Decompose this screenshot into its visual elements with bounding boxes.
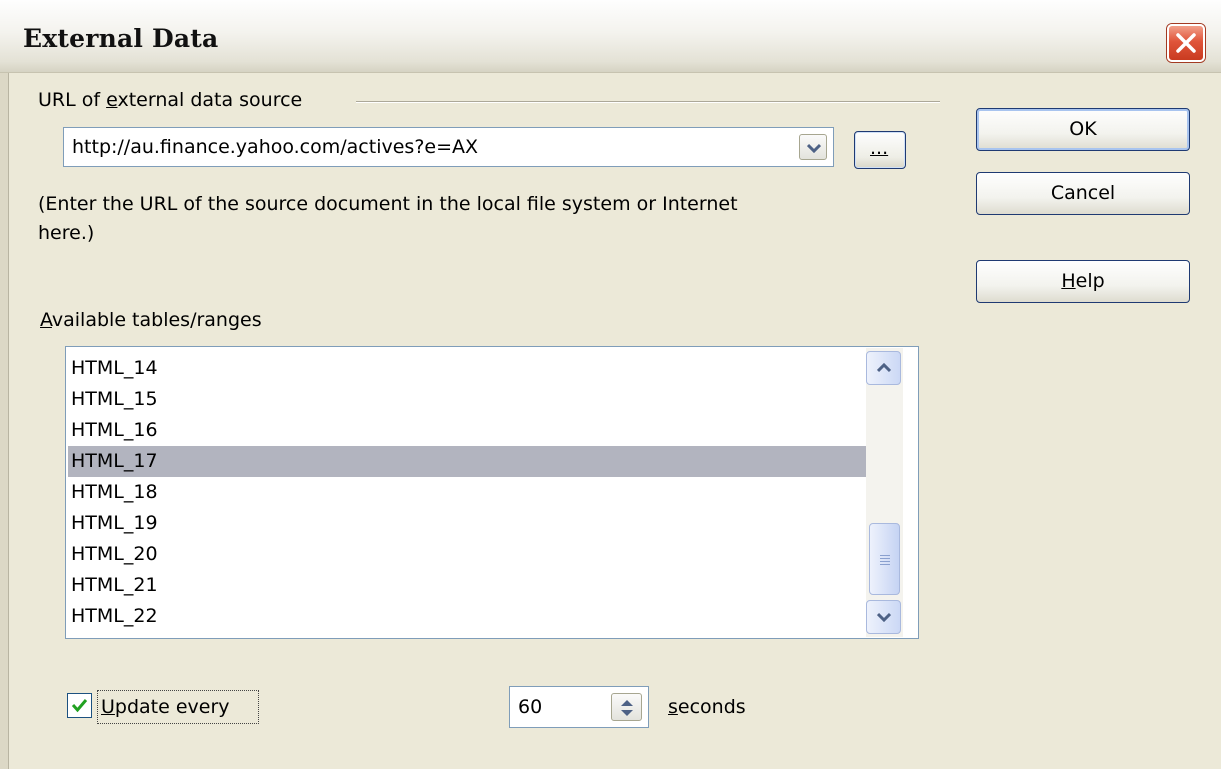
- grip-line: [880, 558, 890, 559]
- url-hint-line-2: here.): [38, 222, 95, 244]
- interval-spinbox[interactable]: 60: [509, 686, 649, 728]
- list-item[interactable]: HTML_14: [68, 353, 867, 384]
- grip-line: [880, 561, 890, 562]
- dialog-title: External Data: [23, 24, 219, 53]
- list-item[interactable]: HTML_22: [68, 601, 867, 632]
- grip-line: [880, 555, 890, 556]
- update-every-label[interactable]: Update every: [101, 696, 230, 718]
- url-input[interactable]: http://au.finance.yahoo.com/actives?e=AX: [72, 136, 478, 158]
- help-button[interactable]: Help: [976, 260, 1190, 303]
- scroll-down-button[interactable]: [866, 600, 901, 634]
- seconds-label: seconds: [668, 696, 746, 718]
- list-item[interactable]: HTML_20: [68, 539, 867, 570]
- list-item[interactable]: HTML_16: [68, 415, 867, 446]
- grip-line: [880, 564, 890, 565]
- ok-button[interactable]: OK: [976, 108, 1190, 151]
- list-item[interactable]: HTML_15: [68, 384, 867, 415]
- external-data-dialog: External Data URL of external data sourc…: [0, 0, 1221, 769]
- vertical-scrollbar[interactable]: [866, 348, 903, 637]
- url-dropdown-button[interactable]: [799, 134, 827, 160]
- title-bar[interactable]: External Data: [0, 0, 1221, 73]
- browse-button-label: ...: [870, 137, 889, 159]
- browse-button[interactable]: ...: [854, 131, 906, 169]
- list-item-selected[interactable]: HTML_17: [68, 446, 867, 477]
- interval-input[interactable]: 60: [518, 696, 542, 718]
- window-border: [0, 73, 9, 769]
- scroll-thumb[interactable]: [869, 523, 900, 595]
- tables-listbox[interactable]: HTML_14 HTML_15 HTML_16 HTML_17 HTML_18 …: [65, 346, 919, 639]
- list-item[interactable]: HTML_21: [68, 570, 867, 601]
- update-every-checkbox[interactable]: [67, 693, 92, 718]
- spin-buttons[interactable]: [611, 693, 642, 721]
- scroll-up-button[interactable]: [866, 351, 901, 385]
- list-item[interactable]: HTML_18: [68, 477, 867, 508]
- list-item[interactable]: HTML_19: [68, 508, 867, 539]
- url-hint-line-1: (Enter the URL of the source document in…: [38, 193, 738, 215]
- url-group-label: URL of external data source: [38, 89, 303, 111]
- close-button[interactable]: [1167, 24, 1205, 62]
- group-separator: [356, 101, 940, 103]
- cancel-button[interactable]: Cancel: [976, 172, 1190, 215]
- url-combobox[interactable]: http://au.finance.yahoo.com/actives?e=AX: [63, 127, 834, 167]
- tables-label: Available tables/ranges: [40, 309, 262, 331]
